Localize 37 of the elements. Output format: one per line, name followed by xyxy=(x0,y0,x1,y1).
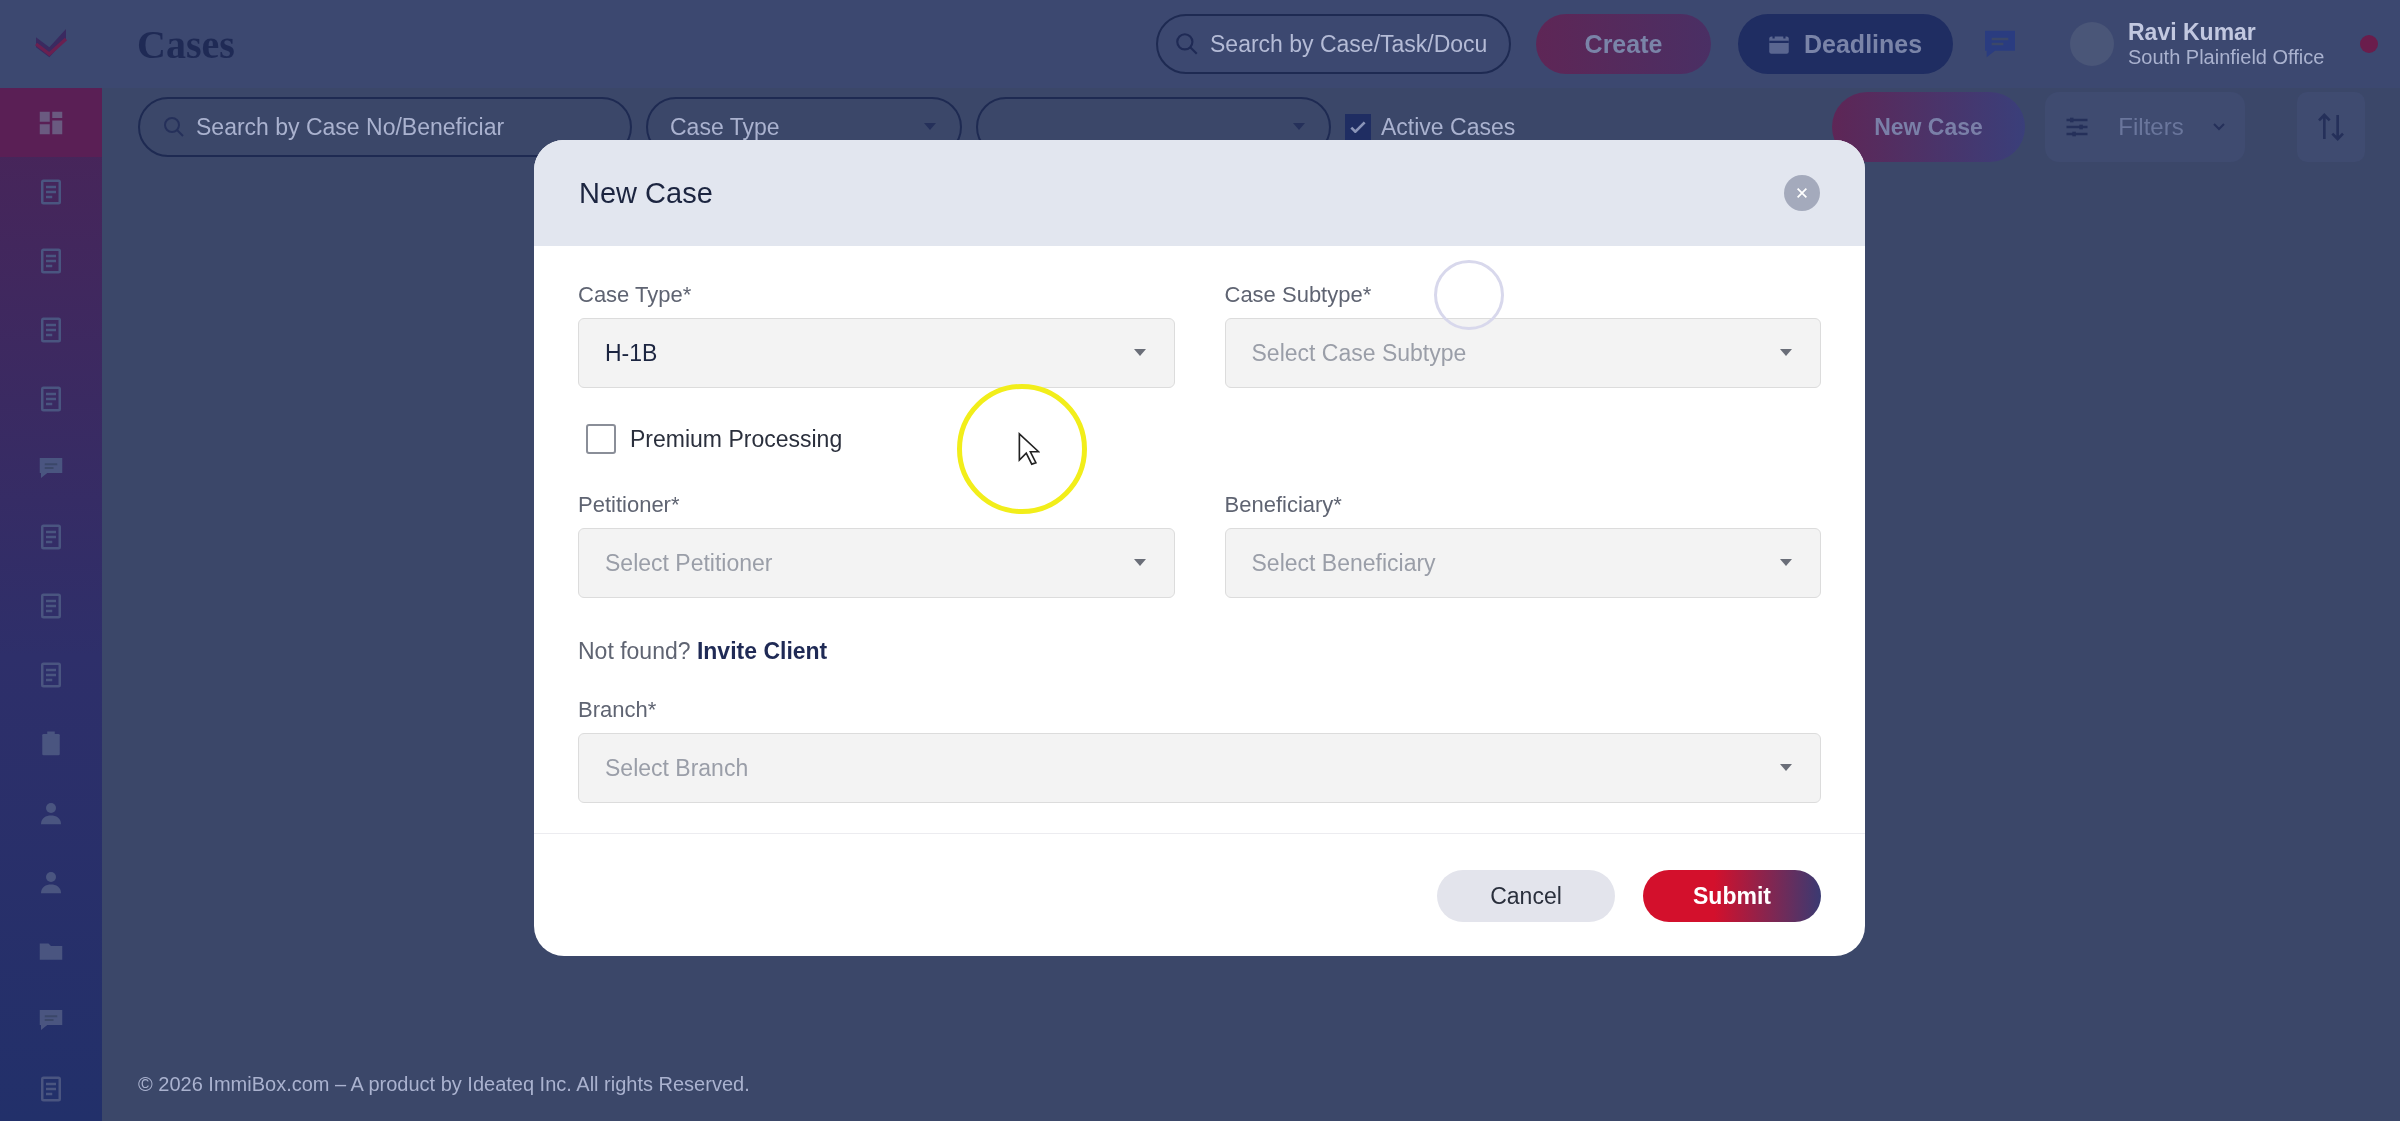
search-icon xyxy=(1174,31,1200,57)
field-label: Case Subtype* xyxy=(1224,282,1373,308)
close-icon xyxy=(1795,186,1809,200)
select-field[interactable]: Select Beneficiary xyxy=(1224,528,1821,598)
sidebar-item[interactable] xyxy=(0,88,102,157)
checkbox[interactable] xyxy=(586,424,616,454)
helper-text: Not found? Invite Client xyxy=(578,638,829,665)
modal-title: New Case xyxy=(579,176,713,210)
select-field[interactable]: Select Case Subtype xyxy=(1224,318,1821,388)
search-field[interactable]: Search by Case/Task/Docu xyxy=(1156,14,1511,74)
search-icon xyxy=(162,115,186,139)
close-button[interactable] xyxy=(1784,175,1820,211)
loading-spinner-icon xyxy=(1434,260,1504,330)
sort-arrows-icon xyxy=(2315,111,2347,143)
select-field[interactable]: H-1B xyxy=(578,318,1175,388)
field-label: Case Type* xyxy=(578,282,693,308)
create-button[interactable]: Create xyxy=(1536,14,1711,74)
select-field[interactable]: Select Branch xyxy=(578,733,1821,803)
user-office: South Plainfield Office xyxy=(2128,46,2325,69)
invite-client-link[interactable]: Invite Client xyxy=(696,638,828,664)
checkbox-label: Active Cases xyxy=(1381,113,1516,141)
field-label: Petitioner* xyxy=(578,492,681,518)
cancel-button[interactable]: Cancel xyxy=(1437,870,1615,922)
mouse-pointer-icon xyxy=(1018,432,1040,466)
footer-text: © 2026 ImmiBox.com – A product by Ideateq Inc. All rights Reserved. xyxy=(138,1073,751,1097)
deadlines-button[interactable]: Deadlines xyxy=(1738,14,1953,74)
field-label: Branch* xyxy=(578,697,658,723)
checkbox[interactable] xyxy=(1345,114,1371,140)
submit-button[interactable]: Submit xyxy=(1643,870,1821,922)
notification-dot xyxy=(2360,35,2378,53)
checkbox-label: Premium Processing xyxy=(630,425,843,453)
check-icon xyxy=(1350,121,1366,133)
select-field[interactable]: Select Petitioner xyxy=(578,528,1175,598)
new-case-button[interactable]: New Case xyxy=(1832,92,2025,162)
sort-button[interactable] xyxy=(2297,92,2365,162)
user-name: Ravi Kumar xyxy=(2128,19,2257,46)
field-label: Beneficiary* xyxy=(1224,492,1343,518)
